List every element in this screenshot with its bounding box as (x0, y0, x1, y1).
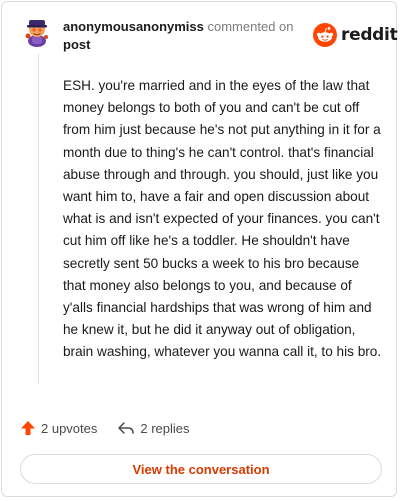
username-link[interactable]: anonymousanonymiss (63, 19, 204, 34)
reply-count: 2 replies (140, 420, 190, 436)
comment-card: anonymousanonymiss commented on post red… (1, 1, 398, 497)
upvote-button[interactable]: 2 upvotes (20, 420, 97, 436)
thread-line[interactable] (38, 54, 39, 384)
replies-button[interactable]: 2 replies (117, 420, 190, 436)
post-link[interactable]: post (63, 37, 90, 52)
user-avatar[interactable] (21, 16, 53, 48)
comment-actions: 2 upvotes 2 replies (20, 420, 190, 436)
upvote-arrow-icon (21, 421, 35, 435)
upvote-count: 2 upvotes (41, 420, 98, 436)
comment-body: ESH. you're married and in the eyes of t… (63, 78, 382, 360)
reddit-wordmark: reddit (341, 25, 398, 45)
snoo-avatar-icon (25, 20, 48, 47)
reddit-logo[interactable]: reddit (313, 23, 398, 47)
view-conversation-button[interactable]: View the conversation (20, 454, 382, 484)
comment-header: anonymousanonymiss commented on post (63, 18, 303, 54)
reddit-snoo-icon (313, 23, 337, 47)
reply-arrow-icon (118, 422, 135, 434)
commented-on-label: commented on (207, 19, 294, 34)
